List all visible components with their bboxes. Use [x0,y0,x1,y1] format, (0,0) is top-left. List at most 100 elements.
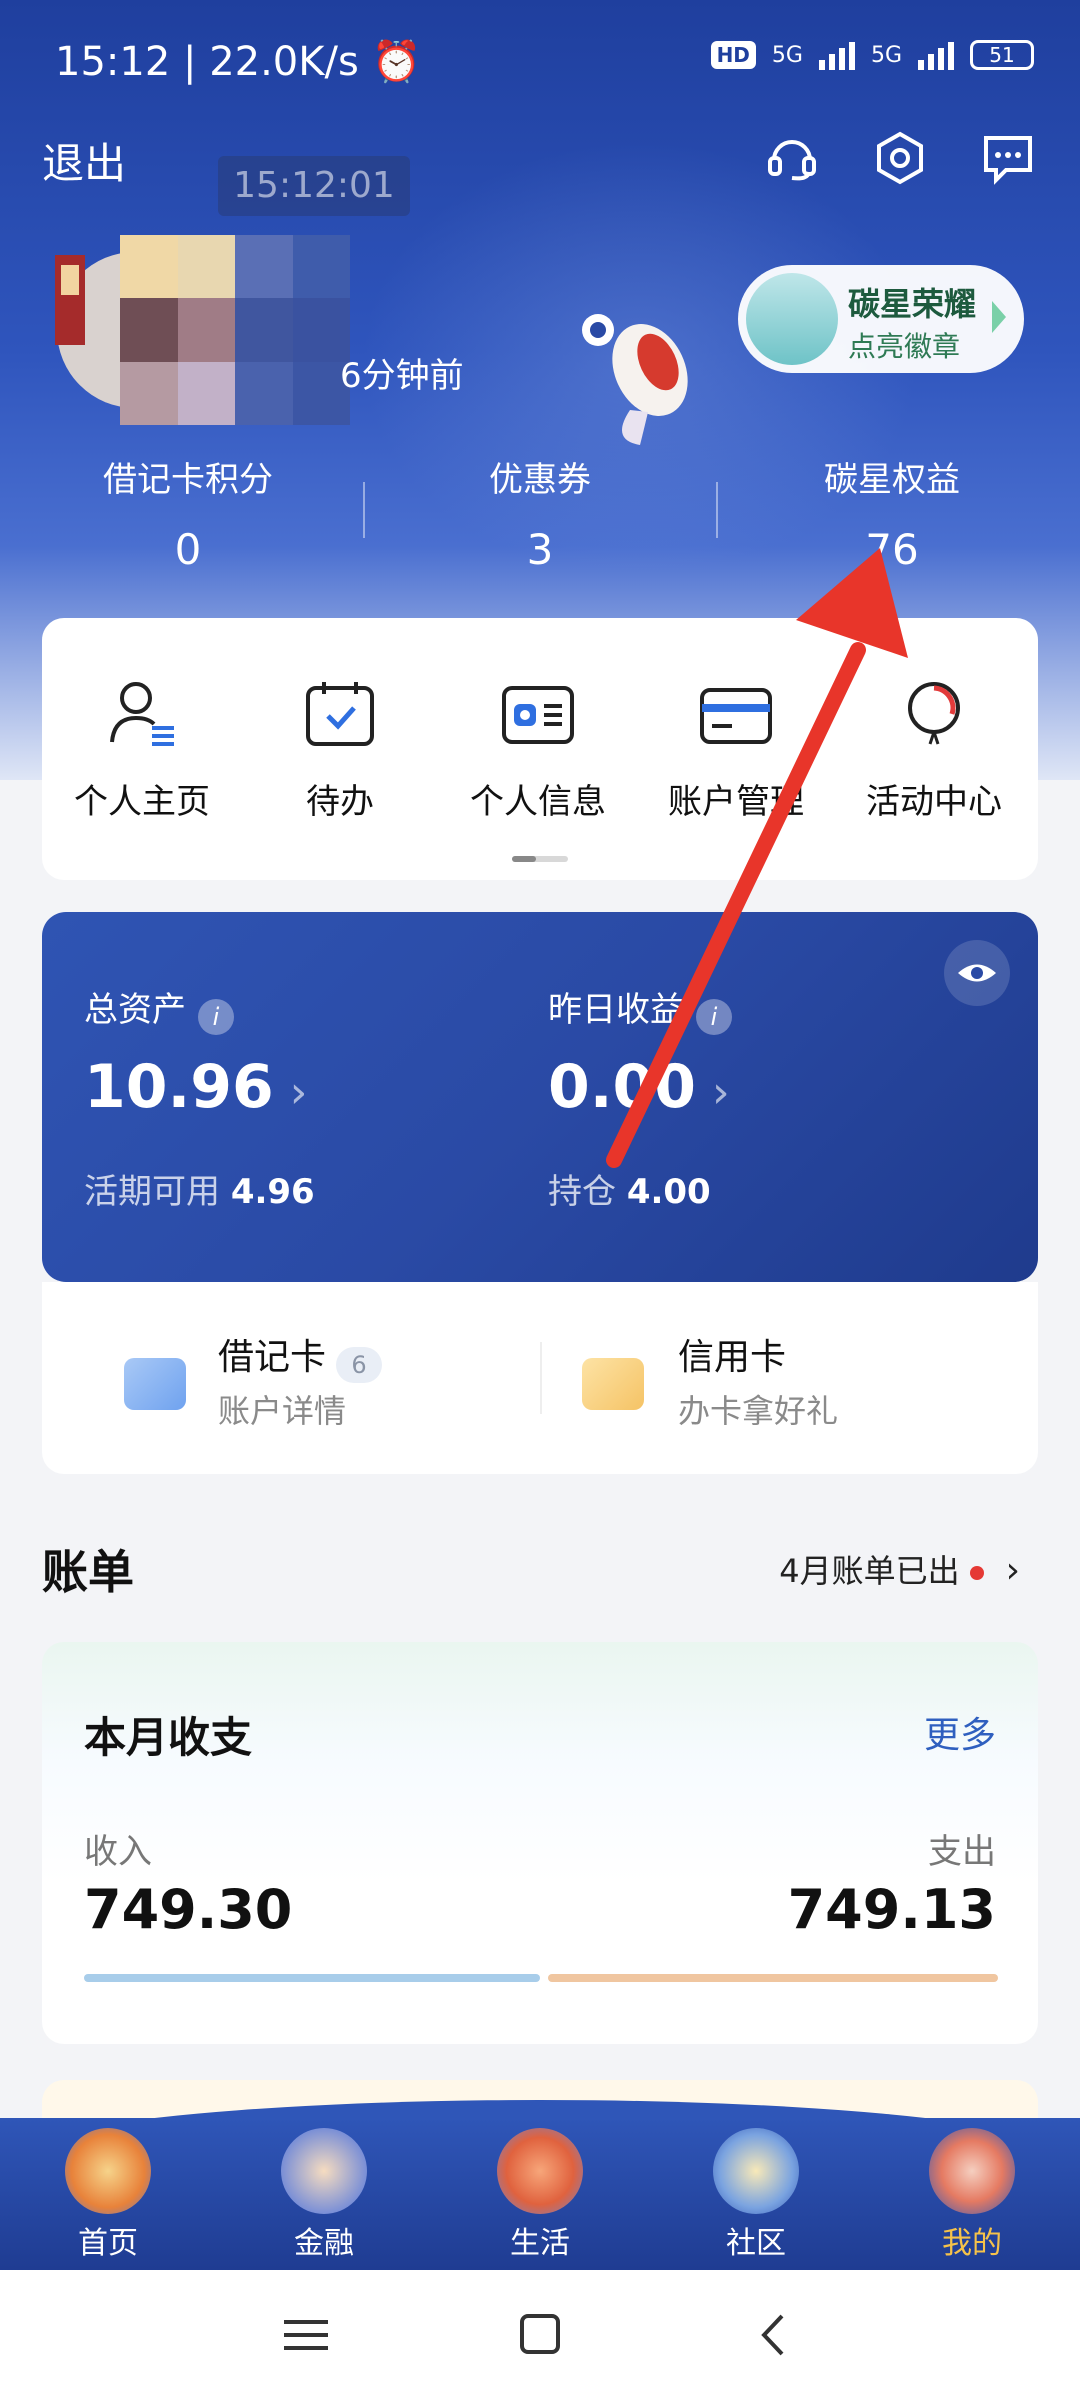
home-button-icon[interactable] [512,2310,568,2360]
status-right: HD 5G 5G 51 [710,40,1034,70]
message-icon[interactable] [978,128,1038,188]
stat-value: 76 [865,525,919,574]
holdings: 持仓 4.00 [548,1172,711,1212]
nav-life[interactable]: 生活 [465,2128,615,2262]
chevron-right-icon: › [289,1067,308,1118]
carbon-star-badge[interactable]: 碳星荣耀 点亮徽章 [738,265,1024,373]
stat-carbon-rights[interactable]: 碳星权益 76 [772,452,1012,574]
quick-menu: 个人主页 待办 个人信息 账户管理 活动中心 [42,618,1038,880]
bill-section-title: 账单 [42,1545,134,1599]
system-nav-bar [0,2270,1080,2400]
id-card-icon [502,686,574,744]
asset-card: 总资产 i 10.96 › 活期可用 4.96 昨日收益 i 0.00 › 持仓 4.0… [42,912,1038,1282]
top-bar: 退出 [0,120,1080,200]
menu-item-personal-info[interactable]: 个人信息 [438,678,638,823]
network-5g-1: 5G [771,42,803,68]
unread-dot [969,1566,984,1580]
income-bar [84,1974,540,1982]
expense-bar [548,1974,998,1982]
hd-badge: HD [710,41,756,69]
last-login-time: 6分钟前 [340,356,464,396]
debit-card-count: 6 [336,1346,383,1383]
debit-card-title: 借记卡 [218,1337,327,1378]
logout-button[interactable]: 退出 [42,130,126,191]
menu-icon[interactable] [278,2310,334,2360]
nav-label-active: 我的 [942,2226,1002,2261]
nav-finance[interactable]: 金融 [249,2128,399,2262]
pixelated-user-info [120,235,350,425]
stat-label: 优惠券 [489,460,591,500]
income-value: 749.30 [84,1878,293,1941]
credit-card-entry[interactable]: 信用卡 办卡拿好礼 [542,1328,1002,1438]
menu-item-activity-center[interactable]: 活动中心 [834,678,1034,823]
customer-service-icon[interactable] [762,128,822,188]
monthly-summary-title: 本月收支 [84,1713,253,1762]
clock-overlay: 15:12:01 [218,156,410,216]
status-bar: 15:12 | 22.0K/s ⏰ HD 5G 5G 51 [0,0,1080,120]
monthly-summary-card: 本月收支 更多 收入 749.30 支出 749.13 [42,1642,1038,2044]
home-icon [65,2128,151,2214]
nav-label: 社区 [726,2226,786,2261]
nav-home[interactable]: 首页 [33,2128,183,2262]
income-label: 收入 [84,1832,152,1872]
battery-icon: 51 [970,40,1034,70]
debit-card-entry[interactable]: 借记卡 6 账户详情 [82,1328,522,1438]
stat-coupons[interactable]: 优惠券 3 [420,452,660,574]
stat-value: 3 [526,525,554,574]
menu-label: 活动中心 [866,782,1002,822]
balloon-icon [908,682,960,745]
expense-value: 749.13 [787,1878,996,1941]
stat-debit-points[interactable]: 借记卡积分 0 [68,452,308,574]
credit-card-subtitle: 办卡拿好礼 [678,1392,839,1430]
eye-icon[interactable] [944,940,1010,1006]
signal-icon [818,40,855,70]
current-available: 活期可用 4.96 [84,1172,315,1212]
life-icon [497,2128,583,2214]
chevron-right-icon: › [712,1067,730,1118]
koi-fish-icon [582,314,688,445]
card-icon [700,688,772,744]
page-indicator [512,856,568,862]
stat-value: 0 [174,525,202,574]
yesterday-earnings-value[interactable]: 0.00 › [548,1052,730,1122]
back-icon[interactable] [748,2310,804,2360]
chevron-right-icon [992,301,1006,333]
total-assets-label: 总资产 i [84,982,234,1035]
menu-item-personal-home[interactable]: 个人主页 [42,678,242,823]
bill-notice[interactable]: 4月账单已出 › [779,1546,1020,1592]
network-5g-2: 5G [870,42,902,68]
nav-community[interactable]: 社区 [681,2128,831,2262]
person-icon [110,682,174,746]
chevron-right-icon: › [1005,1550,1020,1591]
nav-label: 生活 [510,2226,570,2261]
card-shortcuts: 借记卡 6 账户详情 信用卡 办卡拿好礼 [42,1282,1038,1474]
mine-icon [929,2128,1015,2214]
badge-title: 碳星荣耀 [848,285,977,323]
menu-label: 个人主页 [74,782,210,822]
status-time: 15:12 | 22.0K/s ⏰ [55,39,422,85]
nav-label: 首页 [78,2226,138,2261]
yesterday-earnings-label: 昨日收益 i [548,982,732,1035]
calendar-check-icon [306,682,374,746]
nav-label: 金融 [294,2226,354,2261]
menu-item-account-management[interactable]: 账户管理 [636,678,836,823]
credit-card-icon [582,1358,644,1410]
badge-subtitle: 点亮徽章 [848,330,961,363]
settings-icon[interactable] [870,128,930,188]
divider [363,482,365,538]
finance-icon [281,2128,367,2214]
info-icon[interactable]: i [696,998,732,1035]
menu-label: 个人信息 [470,782,606,822]
plant-icon [746,273,838,365]
community-icon [713,2128,799,2214]
menu-item-todo[interactable]: 待办 [240,678,440,823]
total-assets-value[interactable]: 10.96 › [84,1052,307,1122]
info-icon[interactable]: i [198,998,234,1035]
debit-card-subtitle: 账户详情 [218,1392,347,1430]
signal-icon [918,40,954,70]
credit-card-title: 信用卡 [678,1337,787,1378]
nav-mine[interactable]: 我的 [897,2128,1047,2262]
more-link[interactable]: 更多 [924,1706,996,1758]
divider [716,482,718,538]
expense-label: 支出 [928,1832,996,1872]
